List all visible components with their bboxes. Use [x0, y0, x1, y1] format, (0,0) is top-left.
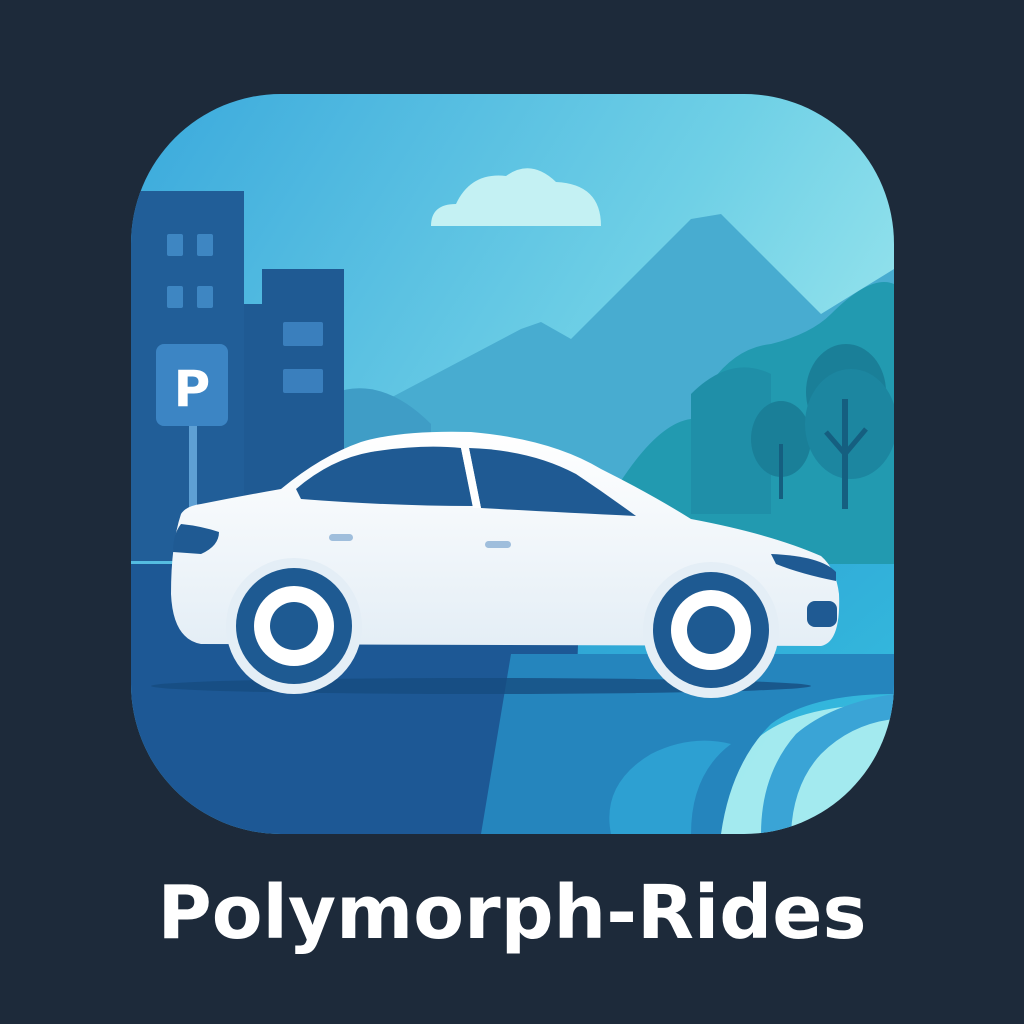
- app-name-label[interactable]: Polymorph-Rides: [0, 858, 1024, 968]
- parking-sign-label: P: [174, 360, 211, 418]
- app-icon[interactable]: P: [131, 94, 894, 834]
- home-screen: P Polymorph-Rides: [0, 0, 1024, 1024]
- app-icon-artwork: P: [131, 94, 894, 834]
